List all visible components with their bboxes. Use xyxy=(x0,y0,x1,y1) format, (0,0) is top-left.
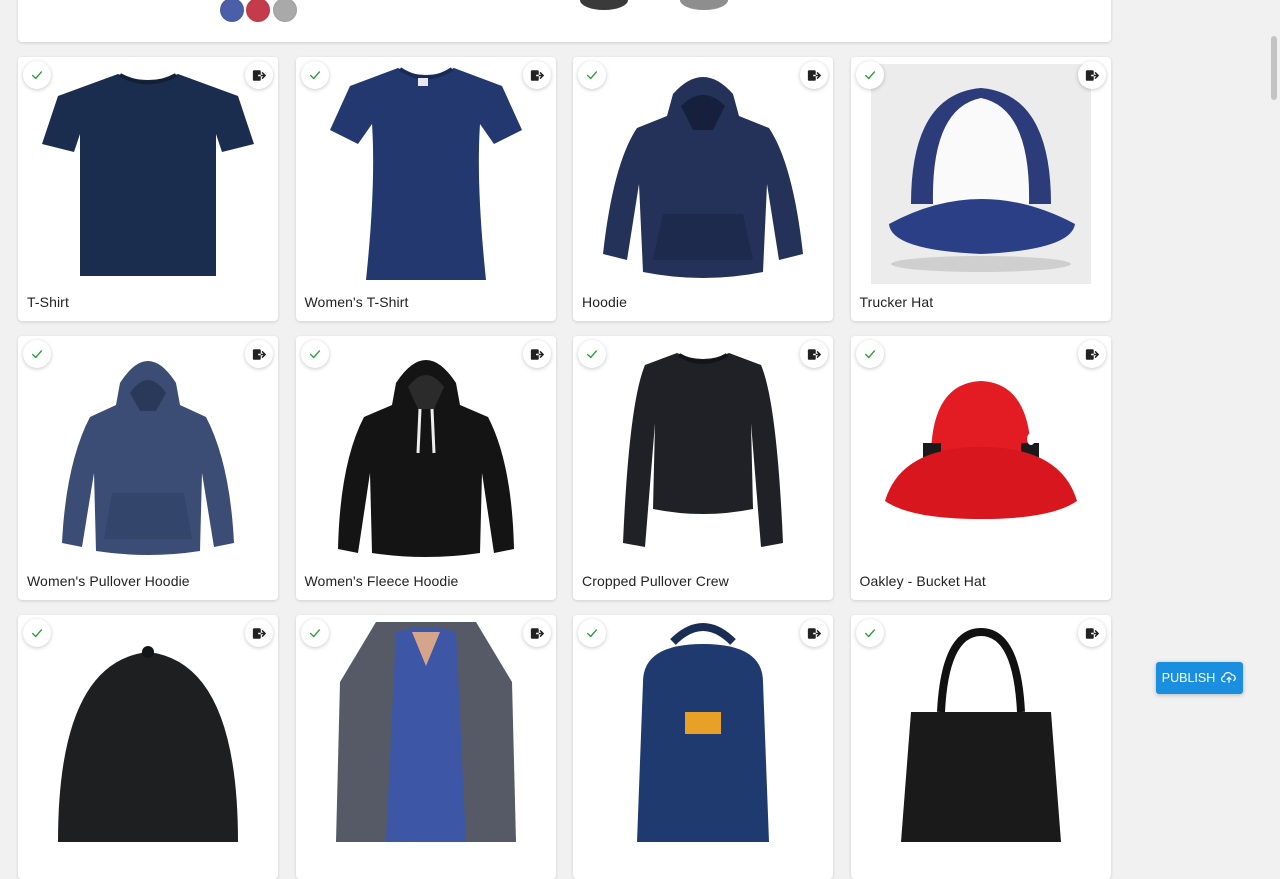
select-check-button[interactable] xyxy=(855,340,884,368)
product-card[interactable] xyxy=(18,615,278,879)
select-check-button[interactable] xyxy=(855,61,884,89)
export-icon xyxy=(807,348,821,361)
export-button[interactable] xyxy=(800,619,828,647)
check-icon xyxy=(585,68,599,82)
export-button[interactable] xyxy=(522,619,551,647)
product-card[interactable]: Trucker Hat xyxy=(850,57,1111,321)
select-check-button[interactable] xyxy=(855,619,884,647)
color-swatch-gray[interactable] xyxy=(273,0,297,22)
select-check-button[interactable] xyxy=(300,619,329,647)
select-check-button[interactable] xyxy=(300,340,329,368)
check-icon xyxy=(30,626,44,640)
export-icon xyxy=(530,627,544,640)
product-image xyxy=(36,342,260,564)
product-image xyxy=(869,621,1093,843)
export-icon xyxy=(807,69,821,82)
product-card[interactable]: Women's T-Shirt xyxy=(295,57,556,321)
export-button[interactable] xyxy=(1077,619,1106,647)
export-icon xyxy=(1085,348,1099,361)
product-options-panel xyxy=(18,0,1111,42)
publish-button[interactable]: PUBLISH xyxy=(1156,662,1243,694)
product-image xyxy=(314,342,538,564)
export-icon xyxy=(1085,627,1099,640)
check-icon xyxy=(308,626,322,640)
check-icon xyxy=(308,347,322,361)
product-card[interactable] xyxy=(295,615,556,879)
color-swatch-blue[interactable] xyxy=(220,0,244,22)
select-check-button[interactable] xyxy=(23,619,51,647)
product-card[interactable]: Oakley - Bucket Hat xyxy=(850,336,1111,600)
check-icon xyxy=(585,626,599,640)
check-icon xyxy=(863,626,877,640)
select-check-button[interactable] xyxy=(578,340,606,368)
product-card[interactable]: Women's Fleece Hoodie xyxy=(295,336,556,600)
export-button[interactable] xyxy=(522,340,551,368)
scrollbar[interactable] xyxy=(1266,0,1280,720)
product-title: Oakley - Bucket Hat xyxy=(859,573,986,589)
product-image xyxy=(314,63,538,285)
product-image xyxy=(591,621,815,843)
export-icon xyxy=(252,348,266,361)
export-icon xyxy=(252,627,266,640)
check-icon xyxy=(308,68,322,82)
export-icon xyxy=(252,69,266,82)
check-icon xyxy=(863,347,877,361)
export-button[interactable] xyxy=(245,619,273,647)
check-icon xyxy=(30,68,44,82)
product-title: Trucker Hat xyxy=(859,294,934,310)
product-title: Women's T-Shirt xyxy=(304,294,409,310)
color-swatch-red[interactable] xyxy=(246,0,270,22)
export-icon xyxy=(807,627,821,640)
check-icon xyxy=(863,68,877,82)
select-check-button[interactable] xyxy=(578,61,606,89)
product-thumbnail xyxy=(580,0,628,10)
product-title: Women's Pullover Hoodie xyxy=(27,573,190,589)
product-image xyxy=(36,63,260,285)
export-button[interactable] xyxy=(522,61,551,89)
product-card[interactable] xyxy=(573,615,833,879)
product-image xyxy=(869,63,1093,285)
select-check-button[interactable] xyxy=(23,61,51,89)
product-image xyxy=(314,621,538,843)
product-image xyxy=(36,621,260,843)
export-icon xyxy=(530,69,544,82)
select-check-button[interactable] xyxy=(300,61,329,89)
export-button[interactable] xyxy=(245,61,273,89)
export-button[interactable] xyxy=(1077,61,1106,89)
product-image xyxy=(591,63,815,285)
export-button[interactable] xyxy=(1077,340,1106,368)
export-button[interactable] xyxy=(245,340,273,368)
product-image xyxy=(869,342,1093,564)
select-check-button[interactable] xyxy=(578,619,606,647)
product-card[interactable]: Cropped Pullover Crew xyxy=(573,336,833,600)
export-button[interactable] xyxy=(800,340,828,368)
check-icon xyxy=(30,347,44,361)
product-thumbnail xyxy=(680,0,728,10)
export-icon xyxy=(530,348,544,361)
select-check-button[interactable] xyxy=(23,340,51,368)
product-card[interactable]: Hoodie xyxy=(573,57,833,321)
product-title: Cropped Pullover Crew xyxy=(582,573,729,589)
product-image xyxy=(591,342,815,564)
cloud-upload-icon xyxy=(1221,670,1237,687)
product-card[interactable]: T-Shirt xyxy=(18,57,278,321)
export-icon xyxy=(1085,69,1099,82)
product-title: T-Shirt xyxy=(27,294,69,310)
scrollbar-thumb[interactable] xyxy=(1271,36,1277,100)
product-card[interactable] xyxy=(850,615,1111,879)
product-title: Women's Fleece Hoodie xyxy=(304,573,459,589)
product-card[interactable]: Women's Pullover Hoodie xyxy=(18,336,278,600)
product-title: Hoodie xyxy=(582,294,627,310)
publish-label: PUBLISH xyxy=(1161,671,1216,685)
check-icon xyxy=(585,347,599,361)
export-button[interactable] xyxy=(800,61,828,89)
